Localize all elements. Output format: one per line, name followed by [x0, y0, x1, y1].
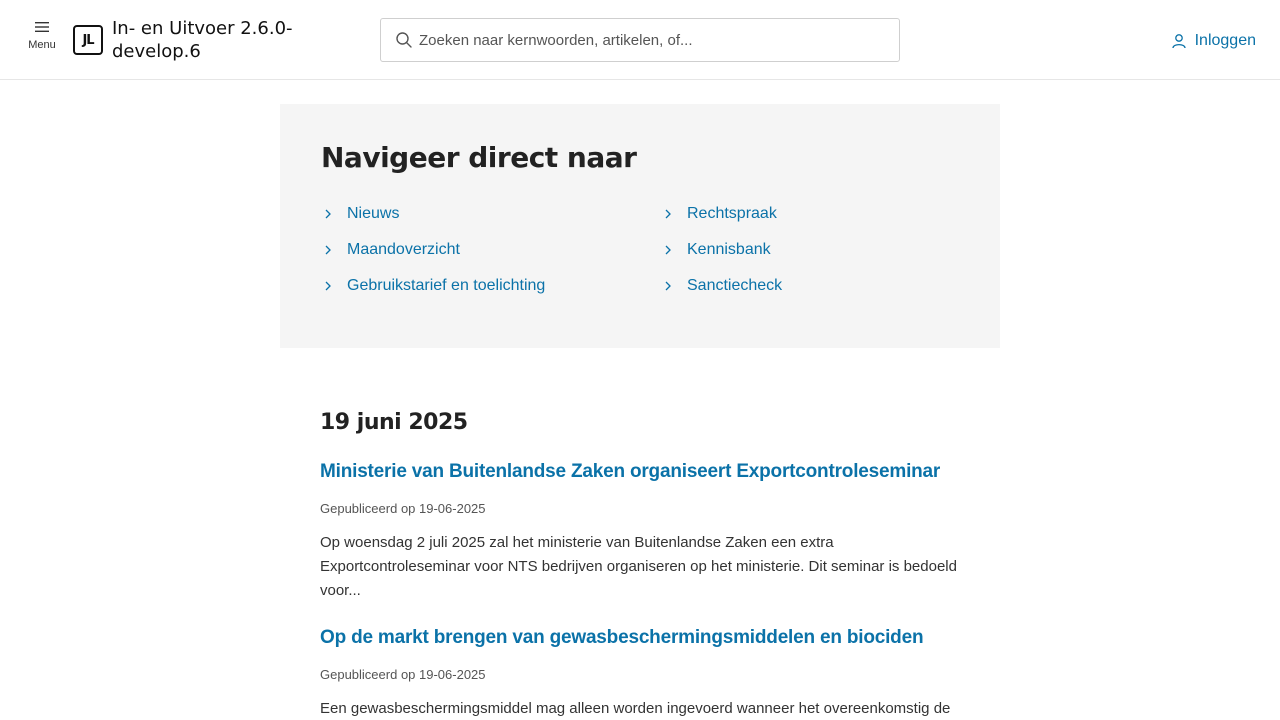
- article-publish-date: Gepubliceerd op 19-06-2025: [320, 501, 486, 516]
- chevron-right-icon: [323, 244, 333, 256]
- nav-link-maandoverzicht[interactable]: Maandoverzicht: [323, 239, 460, 261]
- nav-link-sanctiecheck[interactable]: Sanctiecheck: [663, 275, 782, 297]
- nav-link-gebruikstarief[interactable]: Gebruikstarief en toelichting: [323, 275, 545, 297]
- nav-link-label: Rechtspraak: [687, 205, 777, 222]
- nav-link-label: Nieuws: [347, 205, 400, 222]
- quick-navigation-panel: Navigeer direct naar Nieuws Maandoverzic…: [280, 104, 1000, 348]
- app-title[interactable]: In- en Uitvoer 2.6.0-develop.6: [112, 17, 342, 63]
- user-icon: [1171, 33, 1187, 49]
- nav-link-rechtspraak[interactable]: Rechtspraak: [663, 203, 777, 225]
- chevron-right-icon: [323, 280, 333, 292]
- nav-link-kennisbank[interactable]: Kennisbank: [663, 239, 771, 261]
- chevron-right-icon: [663, 244, 673, 256]
- search-icon: [395, 31, 413, 49]
- nav-link-label: Sanctiecheck: [687, 277, 783, 294]
- article-excerpt: Een gewasbeschermingsmiddel mag alleen w…: [320, 700, 951, 717]
- nav-link-nieuws[interactable]: Nieuws: [323, 203, 399, 225]
- article-title[interactable]: Ministerie van Buitenlandse Zaken organi…: [320, 461, 980, 483]
- article-excerpt: Op woensdag 2 juli 2025 zal het minister…: [320, 534, 957, 599]
- login-label: Inloggen: [1194, 32, 1256, 49]
- nav-link-label: Gebruikstarief en toelichting: [347, 277, 546, 294]
- chevron-right-icon: [323, 208, 333, 220]
- hamburger-icon: [35, 22, 49, 32]
- quick-navigation-title: Navigeer direct naar: [321, 141, 637, 174]
- chevron-right-icon: [663, 208, 673, 220]
- search-box: [380, 18, 900, 62]
- menu-label: Menu: [28, 39, 56, 51]
- menu-button[interactable]: Menu: [22, 20, 62, 62]
- search-input[interactable]: [419, 20, 889, 60]
- chevron-right-icon: [663, 280, 673, 292]
- login-button[interactable]: Inloggen: [1171, 30, 1256, 52]
- news-date-heading: 19 juni 2025: [320, 410, 468, 435]
- article-publish-date: Gepubliceerd op 19-06-2025: [320, 667, 486, 682]
- nav-link-label: Maandoverzicht: [347, 241, 460, 258]
- nav-link-label: Kennisbank: [687, 241, 771, 258]
- site-header: Menu JL In- en Uitvoer 2.6.0-develop.6 I…: [0, 0, 1280, 80]
- article-title[interactable]: Op de markt brengen van gewasbescherming…: [320, 627, 980, 649]
- logo[interactable]: JL: [73, 25, 103, 55]
